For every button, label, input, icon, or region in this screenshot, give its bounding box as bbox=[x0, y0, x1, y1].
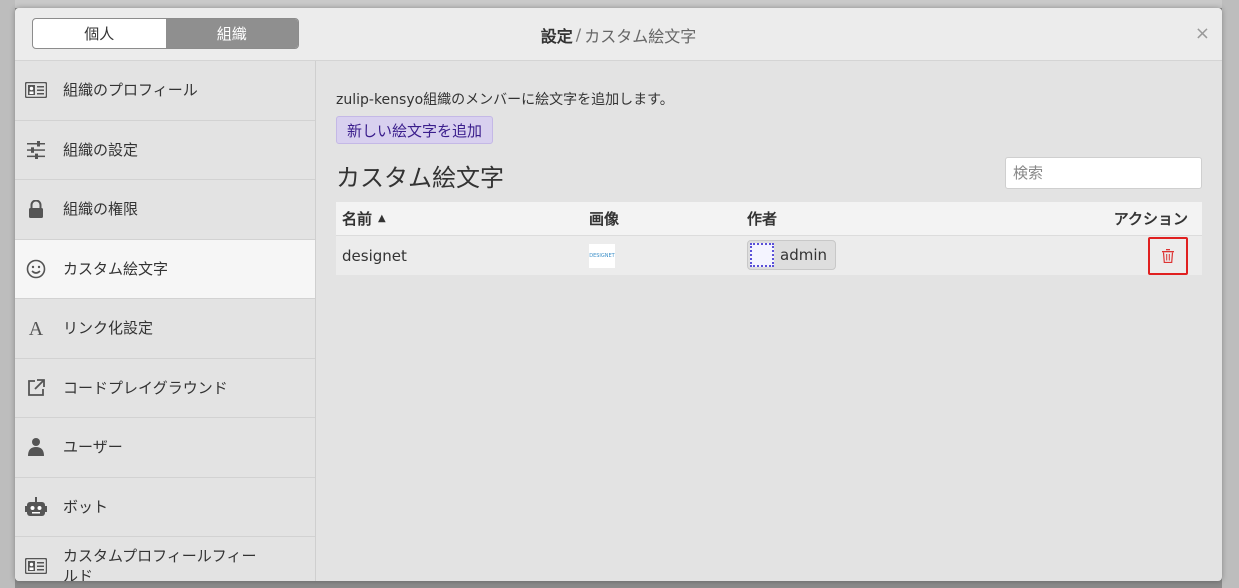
id-card-icon bbox=[25, 79, 47, 101]
robot-icon bbox=[25, 496, 47, 518]
sidebar-item-org-settings[interactable]: 組織の設定 bbox=[15, 121, 315, 180]
emoji-image: DESIGNET bbox=[589, 243, 615, 268]
emoji-image-text: DESIGNET bbox=[589, 252, 615, 259]
sidebar-item-code-playgrounds[interactable]: コードプレイグラウンド bbox=[15, 359, 315, 418]
search-input[interactable] bbox=[1005, 157, 1202, 189]
settings-sidebar: 組織のプロフィール 組織の設定 組織の権限 カスタム絵文字 A リンク化設定 コ… bbox=[15, 61, 316, 581]
column-header-name-label: 名前 bbox=[342, 210, 373, 228]
tab-personal[interactable]: 個人 bbox=[33, 19, 166, 48]
sidebar-item-org-permissions[interactable]: 組織の権限 bbox=[15, 180, 315, 240]
sidebar-item-label: 組織のプロフィール bbox=[63, 81, 198, 100]
sidebar-item-users[interactable]: ユーザー bbox=[15, 418, 315, 478]
sidebar-item-label: カスタム絵文字 bbox=[63, 259, 169, 278]
intro-text: zulip-kensyo組織のメンバーに絵文字を追加します。 bbox=[336, 92, 674, 108]
modal-title-main: 設定 bbox=[540, 26, 573, 46]
modal-header: 個人 組織 設定 / カスタム絵文字 × bbox=[15, 8, 1222, 61]
emoji-table: 名前 ▲ 画像 作者 アクション designet DESIGNET admin bbox=[336, 202, 1202, 275]
settings-modal: 個人 組織 設定 / カスタム絵文字 × 組織のプロフィール 組織の設定 組織の… bbox=[15, 8, 1222, 581]
column-header-author[interactable]: 作者 bbox=[747, 208, 1094, 229]
column-header-actions: アクション bbox=[1113, 210, 1188, 228]
column-header-image[interactable]: 画像 bbox=[589, 208, 747, 229]
sort-ascending-icon: ▲ bbox=[378, 213, 386, 224]
close-button[interactable]: × bbox=[1195, 24, 1210, 44]
sidebar-item-custom-profile-fields[interactable]: カスタムプロフィールフィールド bbox=[15, 537, 315, 581]
emoji-image-cell: DESIGNET bbox=[589, 243, 747, 268]
trash-icon bbox=[1162, 248, 1174, 263]
settings-tab-switcher: 個人 組織 bbox=[32, 18, 299, 49]
sidebar-item-label: カスタムプロフィールフィールド bbox=[63, 547, 257, 581]
author-pill[interactable]: admin bbox=[747, 240, 836, 270]
lock-icon bbox=[25, 198, 47, 220]
sidebar-item-label: 組織の設定 bbox=[63, 140, 139, 159]
column-header-name[interactable]: 名前 ▲ bbox=[336, 208, 589, 229]
delete-emoji-button[interactable] bbox=[1148, 236, 1188, 275]
svg-text:A: A bbox=[29, 318, 44, 338]
sidebar-item-bots[interactable]: ボット bbox=[15, 478, 315, 537]
author-name: admin bbox=[780, 246, 827, 264]
id-card-icon bbox=[25, 555, 47, 577]
background-left-edge bbox=[0, 0, 15, 588]
avatar bbox=[750, 243, 774, 267]
modal-title-separator: / bbox=[575, 25, 582, 44]
section-title: カスタム絵文字 bbox=[336, 164, 504, 192]
modal-title-sub: カスタム絵文字 bbox=[584, 26, 697, 46]
sidebar-item-label: リンク化設定 bbox=[63, 319, 154, 338]
table-header: 名前 ▲ 画像 作者 アクション bbox=[336, 202, 1202, 235]
sidebar-item-label: 組織の権限 bbox=[63, 200, 139, 219]
sidebar-item-linkifiers[interactable]: A リンク化設定 bbox=[15, 299, 315, 359]
add-emoji-button[interactable]: 新しい絵文字を追加 bbox=[336, 116, 494, 144]
author-cell: admin bbox=[747, 240, 1094, 271]
sidebar-item-label: ユーザー bbox=[63, 438, 123, 457]
sidebar-item-org-profile[interactable]: 組織のプロフィール bbox=[15, 61, 315, 121]
user-icon bbox=[25, 436, 47, 458]
actions-cell bbox=[1094, 236, 1202, 275]
sidebar-item-custom-emoji[interactable]: カスタム絵文字 bbox=[15, 239, 315, 299]
font-a-icon: A bbox=[25, 317, 47, 339]
tab-organization[interactable]: 組織 bbox=[165, 19, 298, 48]
emoji-name: designet bbox=[342, 246, 407, 265]
sidebar-item-label: コードプレイグラウンド bbox=[63, 378, 228, 397]
background-right-edge bbox=[1222, 0, 1239, 588]
sliders-icon bbox=[25, 139, 47, 161]
custom-emoji-panel: zulip-kensyo組織のメンバーに絵文字を追加します。 新しい絵文字を追加… bbox=[317, 61, 1222, 581]
background-app-strip bbox=[0, 0, 1239, 8]
external-link-icon bbox=[25, 377, 47, 399]
smile-icon bbox=[25, 258, 47, 280]
sidebar-item-label: ボット bbox=[63, 497, 109, 516]
table-row: designet DESIGNET admin bbox=[336, 235, 1202, 275]
